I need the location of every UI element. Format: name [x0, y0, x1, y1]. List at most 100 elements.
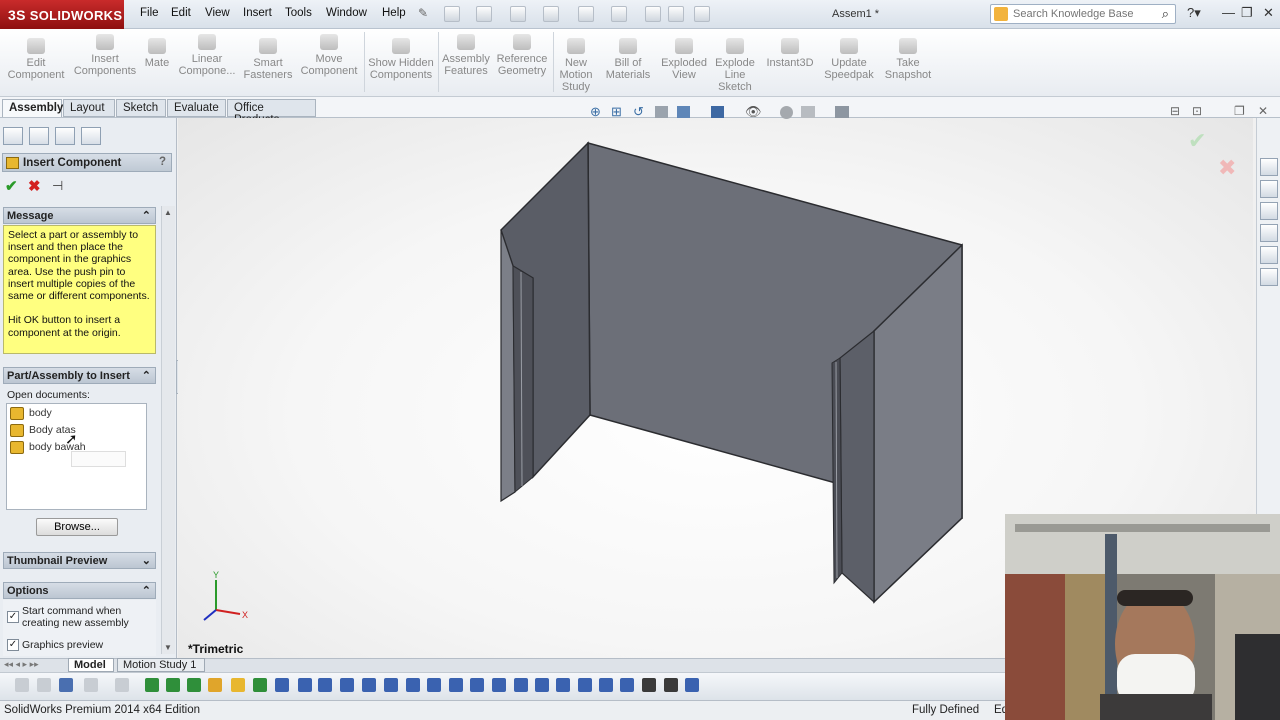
close-icon[interactable]: ✕: [1263, 5, 1274, 21]
options-section-header[interactable]: Options ⌃: [3, 582, 156, 599]
menu-edit[interactable]: Edit: [171, 7, 191, 19]
help-icon[interactable]: ?▾: [1187, 5, 1201, 21]
help-icon[interactable]: ?: [159, 156, 166, 168]
minimize-icon[interactable]: —: [1222, 5, 1235, 20]
solidworks-resources-icon[interactable]: [1260, 158, 1278, 176]
smart-fasteners-button[interactable]: Smart Fasteners: [240, 38, 296, 81]
filter-datum-features-icon[interactable]: [492, 678, 506, 692]
apply-scene-icon[interactable]: [801, 106, 815, 118]
rebuild-icon[interactable]: [645, 6, 661, 22]
scroll-up-icon[interactable]: ▲: [164, 208, 172, 217]
menu-window[interactable]: Window: [326, 7, 367, 19]
filter-notes-icon[interactable]: [470, 678, 484, 692]
restore-icon[interactable]: ❐: [1241, 5, 1253, 21]
restore-view-icon[interactable]: ❐: [1234, 104, 1245, 118]
filter-weld-beads-icon[interactable]: [685, 678, 699, 692]
viewport-icon[interactable]: ⊟: [1170, 104, 1180, 118]
custom-properties-icon[interactable]: [1260, 268, 1278, 286]
display-style-icon[interactable]: [711, 106, 724, 118]
file-explorer-icon[interactable]: [1260, 202, 1278, 220]
tab-model[interactable]: Model: [68, 658, 114, 672]
assembly-features-button[interactable]: Assembly Features: [440, 34, 492, 77]
select-icon[interactable]: [611, 6, 627, 22]
file-properties-icon[interactable]: [668, 6, 684, 22]
tab-layout[interactable]: Layout: [63, 99, 115, 117]
list-item[interactable]: body: [9, 406, 52, 421]
cancel-x-icon[interactable]: ✖: [28, 177, 41, 195]
collapse-icon[interactable]: ⌃: [142, 369, 151, 382]
filter-planes-icon[interactable]: [275, 678, 289, 692]
collapse-icon[interactable]: ⌃: [142, 584, 151, 597]
browse-button[interactable]: Browse...: [36, 518, 118, 536]
open-documents-list[interactable]: body Body atas body bawah ➚: [6, 403, 147, 510]
design-library-icon[interactable]: [1260, 180, 1278, 198]
section-view-icon[interactable]: [655, 106, 668, 118]
solidworks-logo[interactable]: 3S SOLIDWORKS: [0, 0, 124, 29]
push-pin-icon[interactable]: ⊣: [52, 178, 63, 194]
feature-manager-tab-icon[interactable]: [3, 127, 23, 145]
filter-center-marks-icon[interactable]: [362, 678, 376, 692]
menu-insert[interactable]: Insert: [243, 7, 272, 19]
tab-evaluate[interactable]: Evaluate: [167, 99, 226, 117]
save-icon[interactable]: [510, 6, 526, 22]
filter-vertices-icon[interactable]: [145, 678, 159, 692]
options-icon[interactable]: [694, 6, 710, 22]
close-view-icon[interactable]: ✕: [1258, 104, 1268, 118]
menu-view[interactable]: View: [205, 7, 230, 19]
zoom-to-area-icon[interactable]: ⊞: [611, 104, 622, 120]
filter-sketch-segments-icon[interactable]: [318, 678, 332, 692]
filter-centerlines-icon[interactable]: [384, 678, 398, 692]
edit-appearance-icon[interactable]: [780, 106, 793, 119]
pin-icon[interactable]: ✎: [418, 6, 428, 20]
view-orientation-icon[interactable]: [677, 106, 690, 118]
filter-sketch-points-icon[interactable]: [298, 678, 312, 692]
view-palette-icon[interactable]: [1260, 224, 1278, 242]
filter-faces-icon[interactable]: [187, 678, 201, 692]
mate-button[interactable]: Mate: [140, 38, 174, 69]
confirmation-ok-icon[interactable]: ✔: [1188, 128, 1206, 154]
property-manager-tab-icon[interactable]: [29, 127, 49, 145]
previous-view-icon[interactable]: ↺: [633, 104, 644, 120]
arrow-select-icon[interactable]: [84, 678, 98, 692]
part-to-insert-section-header[interactable]: Part/Assembly to Insert ⌃: [3, 367, 156, 384]
new-motion-study-button[interactable]: New Motion Study: [555, 38, 597, 93]
new-document-icon[interactable]: [444, 6, 460, 22]
panel-scrollbar[interactable]: ▲ ▼: [161, 206, 175, 654]
take-snapshot-button[interactable]: Take Snapshot: [882, 38, 934, 81]
search-icon[interactable]: ⌕: [1162, 6, 1169, 22]
view-settings-icon[interactable]: [835, 106, 849, 118]
filter-solids-icon[interactable]: [231, 678, 245, 692]
tab-assembly[interactable]: Assembly: [2, 99, 63, 117]
filter-routing-points-icon[interactable]: [642, 678, 656, 692]
menu-tools[interactable]: Tools: [285, 7, 312, 19]
reference-geometry-button[interactable]: Reference Geometry: [494, 34, 550, 77]
exploded-view-button[interactable]: Exploded View: [658, 38, 710, 81]
menu-help[interactable]: Help: [382, 7, 406, 19]
knowledge-base-search[interactable]: ⌕: [990, 4, 1176, 24]
tab-office-products[interactable]: Office Products: [227, 99, 316, 126]
message-section-header[interactable]: Message ⌃: [3, 207, 156, 224]
update-speedpak-button[interactable]: Update Speedpak: [822, 38, 876, 81]
filter-dimensions-icon[interactable]: [406, 678, 420, 692]
search-input[interactable]: [1013, 7, 1143, 21]
hide-show-items-icon[interactable]: 👁: [745, 104, 762, 120]
undo-icon[interactable]: [578, 6, 594, 22]
tab-scroll-arrows-icon[interactable]: ◂◂ ◂ ▸ ▸▸: [4, 659, 39, 670]
filter-blocks-icon[interactable]: [578, 678, 592, 692]
filter-weld-symbols-icon[interactable]: [514, 678, 528, 692]
thumbnail-preview-section-header[interactable]: Thumbnail Preview ⌄: [3, 552, 156, 569]
select-filter-icon[interactable]: [59, 678, 73, 692]
tab-sketch[interactable]: Sketch: [116, 99, 166, 117]
filter-edges-icon[interactable]: [166, 678, 180, 692]
expand-icon[interactable]: ⌄: [142, 554, 151, 567]
filter-toggle-icon[interactable]: [37, 678, 51, 692]
bill-of-materials-button[interactable]: Bill of Materials: [602, 38, 654, 81]
filter-cosmetic-threads-icon[interactable]: [556, 678, 570, 692]
show-hidden-components-button[interactable]: Show Hidden Components: [366, 38, 436, 81]
linear-component-pattern-button[interactable]: Linear Compone...: [176, 34, 238, 77]
confirmation-cancel-icon[interactable]: ✖: [1218, 155, 1236, 181]
filter-axes-icon[interactable]: [253, 678, 267, 692]
instant3d-button[interactable]: Instant3D: [763, 38, 817, 69]
zoom-to-fit-icon[interactable]: ⊕: [590, 104, 601, 120]
filter-mid-faces-icon[interactable]: [664, 678, 678, 692]
